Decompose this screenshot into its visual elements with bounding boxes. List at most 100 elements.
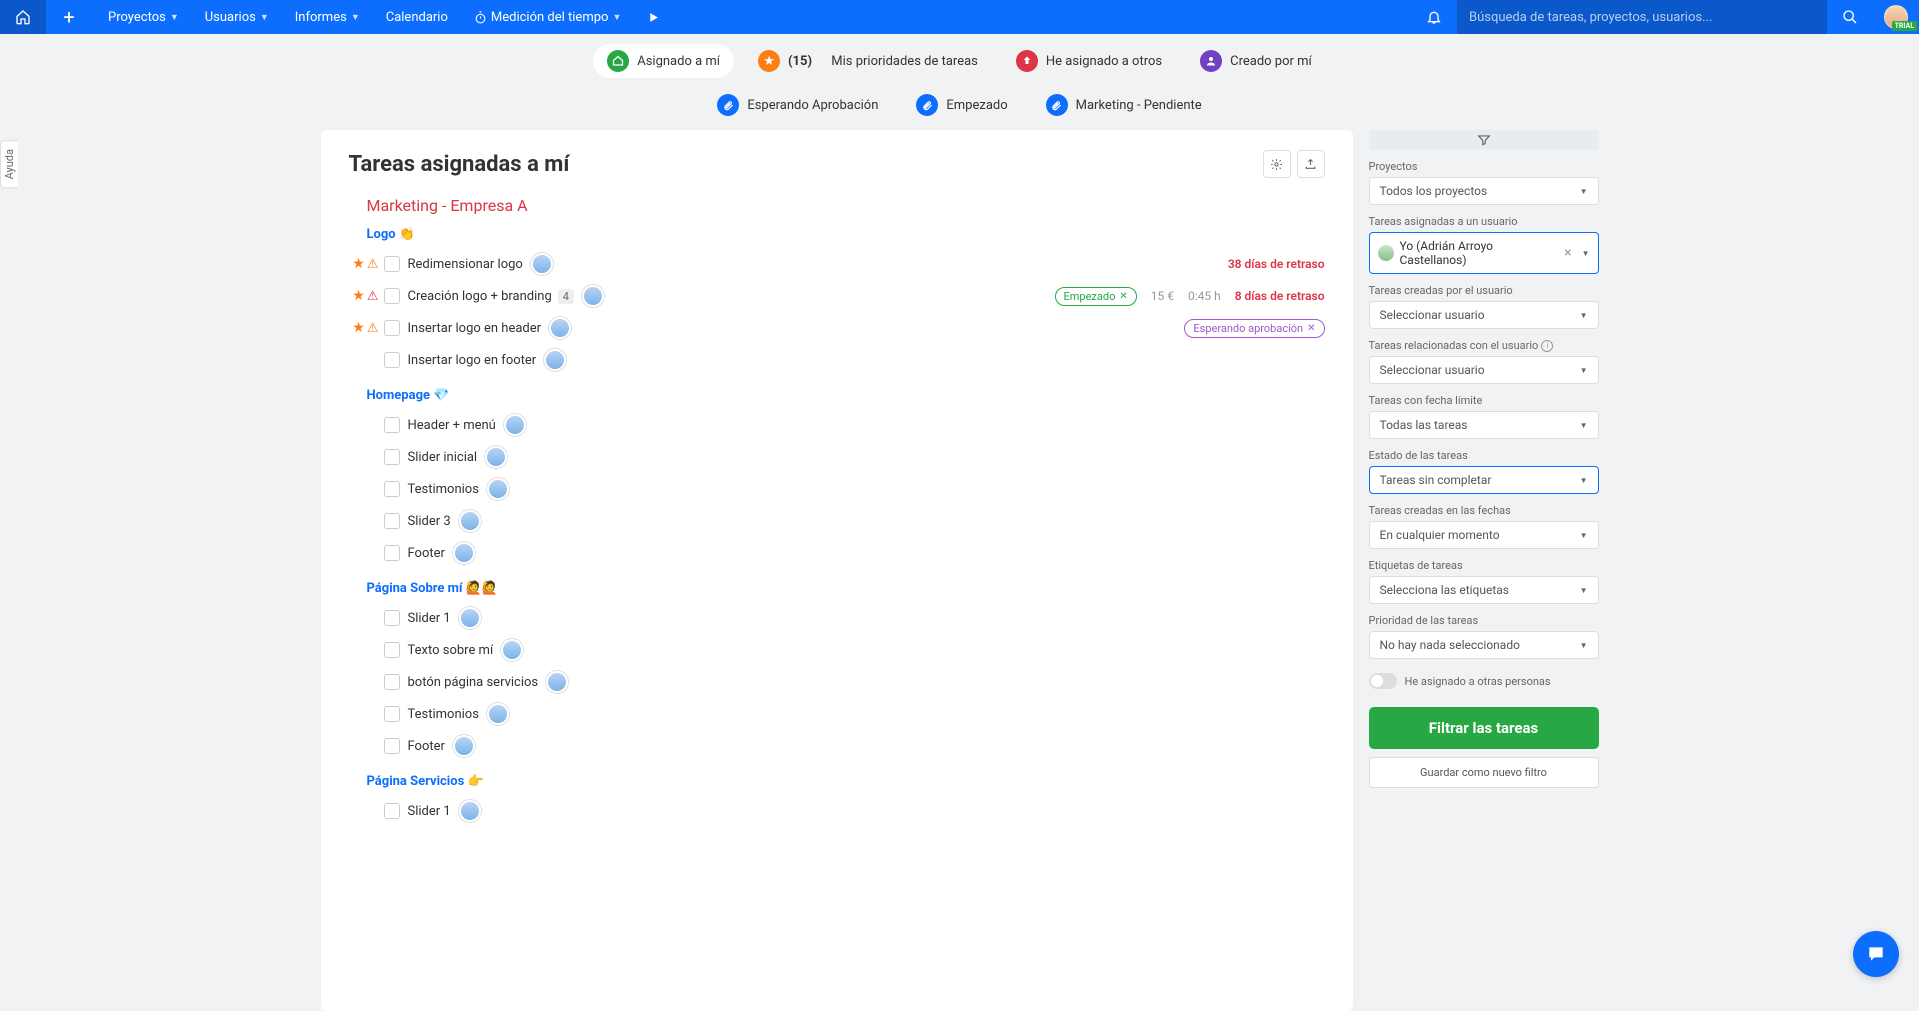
filter-assigned-user[interactable]: Yo (Adrián Arroyo Castellanos) × ▼ xyxy=(1369,232,1599,274)
assignee-avatar[interactable] xyxy=(459,510,481,532)
tab-priorities[interactable]: ★(15) Mis prioridades de tareas xyxy=(744,44,992,78)
section-sobre[interactable]: Página Sobre mí 🙋🙋 xyxy=(367,581,1325,596)
task-row[interactable]: ★⚠ Redimensionar logo 38 días de retraso xyxy=(349,248,1325,280)
tab-assigned-others[interactable]: He asignado a otros xyxy=(1002,44,1176,78)
task-row[interactable]: Footer xyxy=(349,537,1325,569)
assignee-avatar[interactable] xyxy=(501,639,523,661)
task-checkbox[interactable] xyxy=(384,545,400,561)
filter-tags[interactable]: Selecciona las etiquetas▼ xyxy=(1369,576,1599,604)
task-row[interactable]: Slider 3 xyxy=(349,505,1325,537)
assignee-avatar[interactable] xyxy=(459,800,481,822)
task-checkbox[interactable] xyxy=(384,352,400,368)
task-checkbox[interactable] xyxy=(384,674,400,690)
user-menu[interactable]: TRIAL xyxy=(1873,5,1919,29)
filter-priority[interactable]: No hay nada seleccionado▼ xyxy=(1369,631,1599,659)
task-name: Testimonios xyxy=(408,482,479,497)
assignee-avatar[interactable] xyxy=(531,253,553,275)
task-checkbox[interactable] xyxy=(384,706,400,722)
nav-time[interactable]: Medición del tiempo▼ xyxy=(474,10,621,25)
task-row[interactable]: Insertar logo en footer xyxy=(349,344,1325,376)
info-icon[interactable]: i xyxy=(1541,340,1553,352)
section-servicios[interactable]: Página Servicios 👉 xyxy=(367,774,1325,789)
assignee-avatar[interactable] xyxy=(544,349,566,371)
task-row[interactable]: Slider 1 xyxy=(349,602,1325,634)
assignee-avatar[interactable] xyxy=(459,607,481,629)
filter-related-user[interactable]: Seleccionar usuario▼ xyxy=(1369,356,1599,384)
assignee-avatar[interactable] xyxy=(487,478,509,500)
chevron-down-icon: ▼ xyxy=(351,12,360,23)
share-icon xyxy=(1016,50,1038,72)
settings-button[interactable] xyxy=(1263,150,1291,178)
task-row[interactable]: Slider inicial xyxy=(349,441,1325,473)
nav-users[interactable]: Usuarios▼ xyxy=(205,10,269,25)
task-checkbox[interactable] xyxy=(384,513,400,529)
assignee-avatar[interactable] xyxy=(546,671,568,693)
filter-dates[interactable]: En cualquier momento▼ xyxy=(1369,521,1599,549)
task-row[interactable]: ★⚠ Insertar logo en header Esperando apr… xyxy=(349,312,1325,344)
task-checkbox[interactable] xyxy=(384,288,400,304)
task-checkbox[interactable] xyxy=(384,642,400,658)
tab-marketing[interactable]: Marketing - Pendiente xyxy=(1032,88,1216,122)
section-homepage[interactable]: Homepage 💎 xyxy=(367,388,1325,403)
filter-toggle[interactable] xyxy=(1369,130,1599,150)
save-filter-button[interactable]: Guardar como nuevo filtro xyxy=(1369,757,1599,788)
status-pill[interactable]: Esperando aprobación✕ xyxy=(1184,319,1324,338)
task-checkbox[interactable] xyxy=(384,481,400,497)
price: 15 € xyxy=(1151,289,1174,303)
export-button[interactable] xyxy=(1297,150,1325,178)
home-button[interactable] xyxy=(0,0,46,34)
task-checkbox[interactable] xyxy=(384,320,400,336)
assignee-avatar[interactable] xyxy=(504,414,526,436)
new-button[interactable]: + xyxy=(46,5,92,29)
assignee-avatar[interactable] xyxy=(485,446,507,468)
filter-button[interactable]: Filtrar las tareas xyxy=(1369,707,1599,749)
remove-icon[interactable]: ✕ xyxy=(1307,323,1315,334)
nav-calendar[interactable]: Calendario xyxy=(386,10,448,25)
assignee-avatar[interactable] xyxy=(453,542,475,564)
project-name[interactable]: Marketing - Empresa A xyxy=(367,196,1325,215)
filter-projects[interactable]: Todos los proyectos▼ xyxy=(1369,177,1599,205)
task-row[interactable]: Texto sobre mí xyxy=(349,634,1325,666)
help-tab[interactable]: Ayuda xyxy=(0,140,18,188)
nav-projects[interactable]: Proyectos▼ xyxy=(108,10,179,25)
tab-started[interactable]: Empezado xyxy=(902,88,1021,122)
chat-button[interactable] xyxy=(1853,931,1899,977)
task-name: Slider inicial xyxy=(408,450,478,465)
task-checkbox[interactable] xyxy=(384,256,400,272)
remove-icon[interactable]: ✕ xyxy=(1119,291,1127,302)
filter-deadline[interactable]: Todas las tareas▼ xyxy=(1369,411,1599,439)
toggle-assigned-others[interactable] xyxy=(1369,673,1397,689)
search-icon[interactable] xyxy=(1827,9,1873,25)
task-row[interactable]: Testimonios xyxy=(349,698,1325,730)
assignee-avatar[interactable] xyxy=(582,285,604,307)
notifications-button[interactable] xyxy=(1411,9,1457,25)
task-checkbox[interactable] xyxy=(384,738,400,754)
tab-assigned[interactable]: Asignado a mí xyxy=(593,44,734,78)
task-row[interactable]: Header + menú xyxy=(349,409,1325,441)
task-checkbox[interactable] xyxy=(384,803,400,819)
nav-reports[interactable]: Informes▼ xyxy=(295,10,360,25)
filter-status[interactable]: Tareas sin completar▼ xyxy=(1369,466,1599,494)
tab-waiting[interactable]: Esperando Aprobación xyxy=(703,88,892,122)
task-checkbox[interactable] xyxy=(384,417,400,433)
search-input[interactable] xyxy=(1469,10,1815,25)
assignee-avatar[interactable] xyxy=(487,703,509,725)
assignee-avatar[interactable] xyxy=(453,735,475,757)
task-checkbox[interactable] xyxy=(384,449,400,465)
tab-created[interactable]: Creado por mí xyxy=(1186,44,1326,78)
task-row[interactable]: Slider 1 xyxy=(349,795,1325,827)
filter-created-by[interactable]: Seleccionar usuario▼ xyxy=(1369,301,1599,329)
search-bar[interactable] xyxy=(1457,0,1827,34)
task-name: Slider 1 xyxy=(408,611,451,626)
play-button[interactable] xyxy=(647,11,660,24)
task-row[interactable]: botón página servicios xyxy=(349,666,1325,698)
assignee-avatar[interactable] xyxy=(549,317,571,339)
task-name: Slider 1 xyxy=(408,804,451,819)
task-row[interactable]: Testimonios xyxy=(349,473,1325,505)
section-logo[interactable]: Logo 👏 xyxy=(367,227,1325,242)
task-row[interactable]: ★⚠ Creación logo + branding 4 Empezado✕ … xyxy=(349,280,1325,312)
status-pill[interactable]: Empezado✕ xyxy=(1055,287,1137,306)
task-row[interactable]: Footer xyxy=(349,730,1325,762)
task-checkbox[interactable] xyxy=(384,610,400,626)
remove-icon[interactable]: × xyxy=(1564,245,1571,261)
